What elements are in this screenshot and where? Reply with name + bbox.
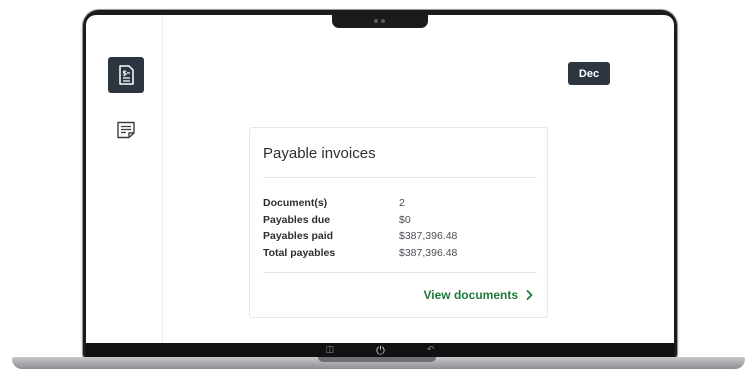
month-selector-button[interactable]: Dec <box>568 62 610 85</box>
sensor-icon <box>381 19 385 23</box>
sidebar: $ <box>86 15 163 343</box>
row-label: Payables paid <box>263 230 334 243</box>
back-icon[interactable]: ↶ <box>427 345 435 355</box>
summary-row-payables-paid: Payables paid $387,396.48 <box>263 228 537 245</box>
camera-notch <box>332 15 428 28</box>
notes-icon <box>117 121 135 139</box>
card-title: Payable invoices <box>263 145 376 162</box>
summary-row-payables-due: Payables due $0 <box>263 212 537 229</box>
view-documents-label: View documents <box>423 288 518 302</box>
divider <box>263 177 537 178</box>
summary-row-documents: Document(s) 2 <box>263 195 537 212</box>
row-label: Payables due <box>263 213 331 226</box>
invoice-dollar-icon: $ <box>119 65 134 85</box>
payable-invoices-card: Payable invoices Document(s) 2 Payables … <box>249 127 548 318</box>
summary-list: Document(s) 2 Payables due $0 Payables p… <box>263 195 537 261</box>
recent-apps-icon[interactable]: ◫ <box>326 345 335 355</box>
divider <box>263 272 537 273</box>
summary-row-total-payables: Total payables $387,396.48 <box>263 245 537 262</box>
view-documents-link[interactable]: View documents <box>424 288 533 302</box>
row-value: 2 <box>399 197 405 210</box>
power-icon[interactable]: ⏻ <box>376 345 385 356</box>
camera-icon <box>374 19 378 23</box>
chevron-right-icon <box>526 290 533 300</box>
sidebar-item-notes[interactable] <box>108 112 144 148</box>
device-nav-bar: ◫ ⏻ ↶ <box>86 343 674 357</box>
svg-text:$: $ <box>122 70 127 78</box>
row-value: $387,396.48 <box>399 246 458 259</box>
laptop-base-notch <box>318 357 436 362</box>
row-label: Document(s) <box>263 197 328 210</box>
row-value: $0 <box>399 213 411 226</box>
row-label: Total payables <box>263 246 336 259</box>
app-screen: $ Dec Payable invoices Document(s) 2 Pay… <box>86 15 674 343</box>
row-value: $387,396.48 <box>399 230 458 243</box>
sidebar-item-invoices[interactable]: $ <box>108 57 144 93</box>
